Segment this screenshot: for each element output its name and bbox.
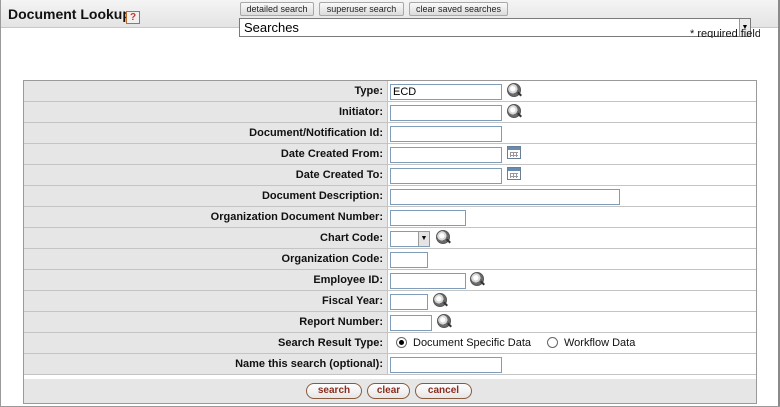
workflow-data-label: Workflow Data (564, 337, 636, 349)
employee-id-label: Employee ID: (313, 274, 383, 286)
document-specific-data-label: Document Specific Data (413, 337, 531, 349)
chevron-down-icon[interactable]: ▼ (418, 232, 429, 246)
row-org-doc-number: Organization Document Number: (24, 207, 756, 228)
label-cell: Report Number: (24, 312, 388, 332)
row-result-type: Search Result Type: Document Specific Da… (24, 333, 756, 354)
detailed-search-button[interactable]: detailed search (240, 2, 314, 16)
search-name-input[interactable] (390, 357, 502, 373)
label-cell: Document/Notification Id: (24, 123, 388, 143)
row-date-to: Date Created To: (24, 165, 756, 186)
required-field-note: * required field (690, 28, 760, 38)
lookup-form: Type: ECD Initiator: Document/Notificati… (23, 80, 757, 404)
help-icon[interactable]: ? (126, 11, 140, 24)
report-number-lookup-icon[interactable] (437, 314, 451, 328)
row-org-code: Organization Code: (24, 249, 756, 270)
org-code-input[interactable] (390, 252, 428, 268)
saved-searches-select[interactable]: Searches ▼ (239, 18, 751, 37)
search-button[interactable]: search (306, 383, 362, 399)
org-doc-number-input[interactable] (390, 210, 466, 226)
employee-id-lookup-icon[interactable] (470, 272, 484, 286)
type-lookup-icon[interactable] (507, 83, 521, 97)
document-id-input[interactable] (390, 126, 502, 142)
initiator-lookup-icon[interactable] (507, 104, 521, 118)
row-chart-code: Chart Code: ▼ (24, 228, 756, 249)
date-to-input[interactable] (390, 168, 502, 184)
date-to-label: Date Created To: (295, 169, 383, 181)
workflow-data-radio[interactable] (547, 337, 558, 348)
label-cell: Type: (24, 81, 388, 101)
fiscal-year-lookup-icon[interactable] (433, 293, 447, 307)
type-label: Type: (354, 85, 383, 97)
description-label: Document Description: (261, 190, 383, 202)
chart-code-select[interactable]: ▼ (390, 231, 430, 247)
action-button-row: search clear cancel (24, 379, 756, 403)
label-cell: Employee ID: (24, 270, 388, 290)
result-type-label: Search Result Type: (278, 337, 383, 349)
report-number-input[interactable] (390, 315, 432, 331)
org-doc-number-label: Organization Document Number: (210, 211, 383, 223)
window-left-border (0, 0, 1, 407)
row-date-from: Date Created From: (24, 144, 756, 165)
clear-saved-searches-button[interactable]: clear saved searches (409, 2, 508, 16)
row-search-name: Name this search (optional): (24, 354, 756, 375)
clear-button[interactable]: clear (367, 383, 410, 399)
chart-code-lookup-icon[interactable] (436, 230, 450, 244)
label-cell: Date Created From: (24, 144, 388, 164)
row-initiator: Initiator: (24, 102, 756, 123)
description-input[interactable] (390, 189, 620, 205)
org-code-label: Organization Code: (281, 253, 383, 265)
page-title: Document Lookup (8, 6, 131, 22)
superuser-search-button[interactable]: superuser search (319, 2, 404, 16)
label-cell: Date Created To: (24, 165, 388, 185)
label-cell: Initiator: (24, 102, 388, 122)
saved-searches-value: Searches (244, 20, 299, 35)
initiator-label: Initiator: (339, 106, 383, 118)
row-document-id: Document/Notification Id: (24, 123, 756, 144)
label-cell: Chart Code: (24, 228, 388, 248)
date-from-calendar-icon[interactable] (507, 146, 521, 159)
initiator-input[interactable] (390, 105, 502, 121)
chart-code-label: Chart Code: (320, 232, 383, 244)
label-cell: Organization Code: (24, 249, 388, 269)
report-number-label: Report Number: (299, 316, 383, 328)
date-to-calendar-icon[interactable] (507, 167, 521, 180)
label-cell: Document Description: (24, 186, 388, 206)
fiscal-year-input[interactable] (390, 294, 428, 310)
label-cell: Name this search (optional): (24, 354, 388, 374)
document-specific-data-radio[interactable] (396, 337, 407, 348)
employee-id-input[interactable] (390, 273, 466, 289)
row-employee-id: Employee ID: (24, 270, 756, 291)
label-cell: Search Result Type: (24, 333, 388, 353)
row-type: Type: ECD (24, 81, 756, 102)
type-input[interactable]: ECD (390, 84, 502, 100)
label-cell: Fiscal Year: (24, 291, 388, 311)
document-id-label: Document/Notification Id: (249, 127, 383, 139)
label-cell: Organization Document Number: (24, 207, 388, 227)
date-from-input[interactable] (390, 147, 502, 163)
row-report-number: Report Number: (24, 312, 756, 333)
fiscal-year-label: Fiscal Year: (322, 295, 383, 307)
row-description: Document Description: (24, 186, 756, 207)
date-from-label: Date Created From: (280, 148, 383, 160)
cancel-button[interactable]: cancel (415, 383, 472, 399)
search-name-label: Name this search (optional): (235, 358, 383, 370)
row-fiscal-year: Fiscal Year: (24, 291, 756, 312)
